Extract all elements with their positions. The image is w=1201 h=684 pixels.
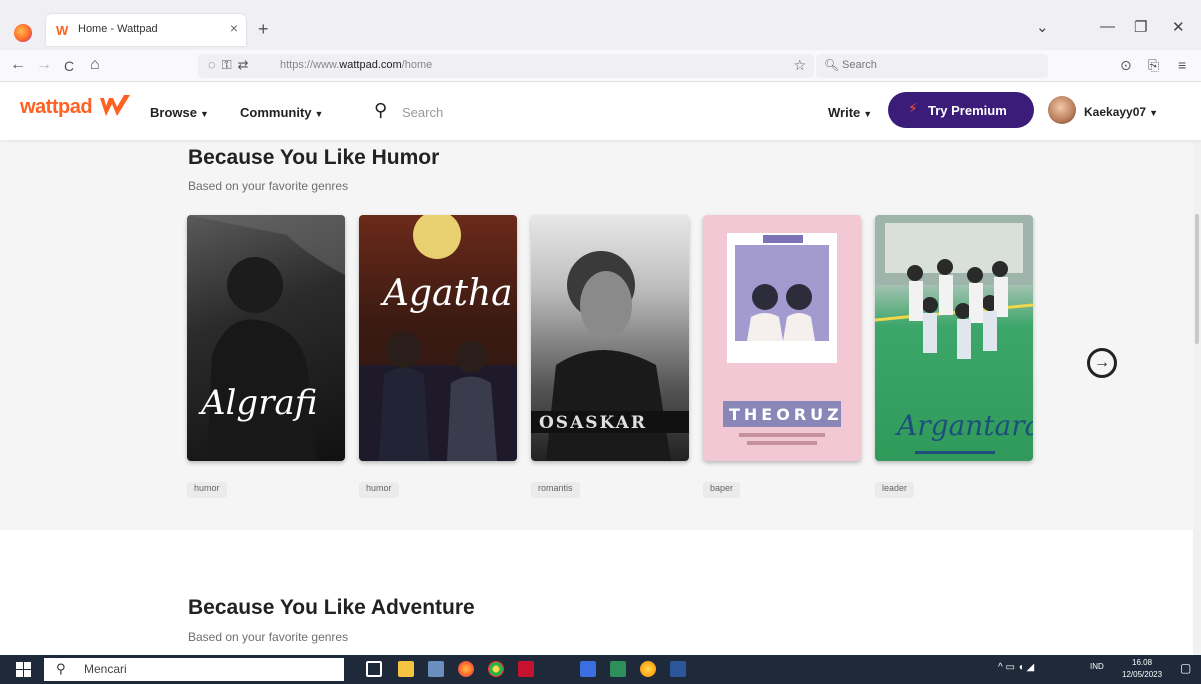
browser-search-placeholder: Search [842,59,877,71]
book-cover-title: OSASKAR [539,413,647,433]
chevron-down-icon: ▼ [199,109,209,119]
chevron-down-icon: ▼ [1149,108,1158,118]
browse-label: Browse [150,105,197,120]
cover-photo-frame-icon [723,233,841,445]
pocket-icon[interactable]: ⊙ [1120,57,1132,74]
taskbar-search-field[interactable]: ⚲ Mencari [44,658,344,681]
community-menu[interactable]: Community ▼ [240,105,323,120]
avatar[interactable] [1048,96,1076,124]
minimize-button[interactable]: — [1100,18,1115,35]
new-tab-button[interactable]: + [258,19,269,40]
chevron-down-icon: ▼ [314,109,324,119]
book-cover[interactable]: Agatha [359,215,517,461]
search-icon: ⚲ [56,661,66,676]
search-input[interactable] [402,102,582,122]
book-cover-title: Argantara [897,409,1033,442]
main-content: Because You Like Humor Based on your fav… [0,140,1201,655]
app-taskbar-icon[interactable] [640,661,656,677]
community-label: Community [240,105,312,120]
word-app-icon[interactable] [670,661,686,677]
browser-tab-bar: W Home - Wattpad × + ⌄ — ❐ ✕ [0,0,1201,50]
book-cover-title: Agatha [383,273,513,314]
book-cover[interactable]: Algrafi [187,215,345,461]
write-label: Write [828,105,861,120]
page-scrollbar[interactable] [1193,82,1201,655]
book-cover[interactable]: OSASKAR [531,215,689,461]
scrollbar-thumb[interactable] [1195,214,1199,344]
browser-nav-bar: ← → C ⌂ ◌⚿⇄ https://www.wattpad.com/home… [0,50,1201,82]
back-button[interactable]: ← [10,56,26,74]
username-label: Kaekayy07 [1084,105,1147,119]
url-text: https://www.wattpad.com/home [280,59,433,71]
file-explorer-icon[interactable] [398,661,414,677]
notification-icon[interactable]: ▢ [1180,661,1191,675]
chrome-taskbar-icon[interactable] [488,661,504,677]
wattpad-header: wattpad Browse▼ Community▼ ⚲ Write▼ ⚡︎ T… [0,82,1201,140]
url-bar[interactable]: ◌⚿⇄ https://www.wattpad.com/home ☆ [198,54,814,78]
search-icon: 🔍︎ [824,58,840,72]
book-cover-title: THEORUZ [729,405,843,424]
section-title: Because You Like Humor [188,146,440,169]
forward-button[interactable]: → [36,56,52,74]
genre-tag[interactable]: humor [359,482,399,498]
genre-tag[interactable]: romantis [531,482,580,498]
try-premium-button[interactable]: ⚡︎ Try Premium [888,92,1034,128]
lightning-bolt-icon: ⚡︎ [908,100,918,116]
browser-search-field[interactable]: 🔍︎ Search [816,54,1048,78]
browse-menu[interactable]: Browse ▼ [150,105,209,120]
red-app-icon[interactable] [518,661,534,677]
chevron-down-icon: ▼ [863,109,873,119]
cover-figure-icon [187,215,345,461]
genre-tag[interactable]: humor [187,482,227,498]
premium-label: Try Premium [928,103,1007,118]
clock-date: 12/05/2023 [1122,670,1163,679]
windows-start-icon[interactable] [16,662,31,677]
user-menu[interactable]: Kaekayy07 ▼ [1084,105,1158,119]
task-view-icon[interactable] [366,661,382,677]
zoom-app-icon[interactable] [580,661,596,677]
wattpad-logo[interactable]: wattpad [20,96,93,119]
wattpad-favicon-icon: W [56,23,69,38]
search-icon[interactable]: ⚲ [374,100,387,121]
clock-time: 16.08 [1132,658,1153,667]
section-subtitle: Based on your favorite genres [188,179,349,193]
browser-tab[interactable]: W Home - Wattpad × [46,14,246,46]
windows-taskbar: ⚲ Mencari ^ ▭ ◖ ◢ IND 16.08 12/05/2023 ▢ [0,655,1201,684]
write-menu[interactable]: Write ▼ [828,105,872,120]
maximize-button[interactable]: ❐ [1134,18,1147,36]
bookmark-star-icon[interactable]: ☆ [793,57,806,74]
taskbar-clock[interactable]: 16.08 12/05/2023 [1122,657,1162,681]
security-icons[interactable]: ◌⚿⇄ [208,57,255,73]
section-title: Because You Like Adventure [188,596,475,619]
carousel-next-arrow-icon[interactable]: → [1087,348,1117,378]
taskbar-search-placeholder: Mencari [84,662,127,676]
firefox-taskbar-icon[interactable] [458,661,474,677]
menu-icon[interactable]: ≡ [1178,57,1186,73]
book-cover-title: Algrafi [201,383,318,423]
section-subtitle: Based on your favorite genres [188,630,349,644]
firefox-view-icon[interactable] [14,24,32,42]
extensions-icon[interactable]: ⎘ [1148,57,1159,74]
tab-title: Home - Wattpad [78,23,158,35]
list-all-tabs-icon[interactable]: ⌄ [1036,18,1049,36]
genre-tag[interactable]: leader [875,482,915,498]
language-indicator[interactable]: IND [1090,662,1104,671]
book-cover[interactable]: Argantara [875,215,1033,461]
wattpad-w-logo-icon[interactable] [98,92,132,120]
store-app-icon[interactable] [610,661,626,677]
genre-tag[interactable]: baper [703,482,741,498]
book-cover[interactable]: THEORUZ [703,215,861,461]
home-button[interactable]: ⌂ [90,56,100,74]
close-window-button[interactable]: ✕ [1172,18,1185,36]
camera-app-icon[interactable] [428,661,444,677]
reload-button[interactable]: C [64,58,74,74]
cover-couple-illustration-icon [359,215,517,461]
tray-icons[interactable]: ^ ▭ ◖ ◢ [998,662,1034,673]
tab-close-icon[interactable]: × [230,20,238,36]
